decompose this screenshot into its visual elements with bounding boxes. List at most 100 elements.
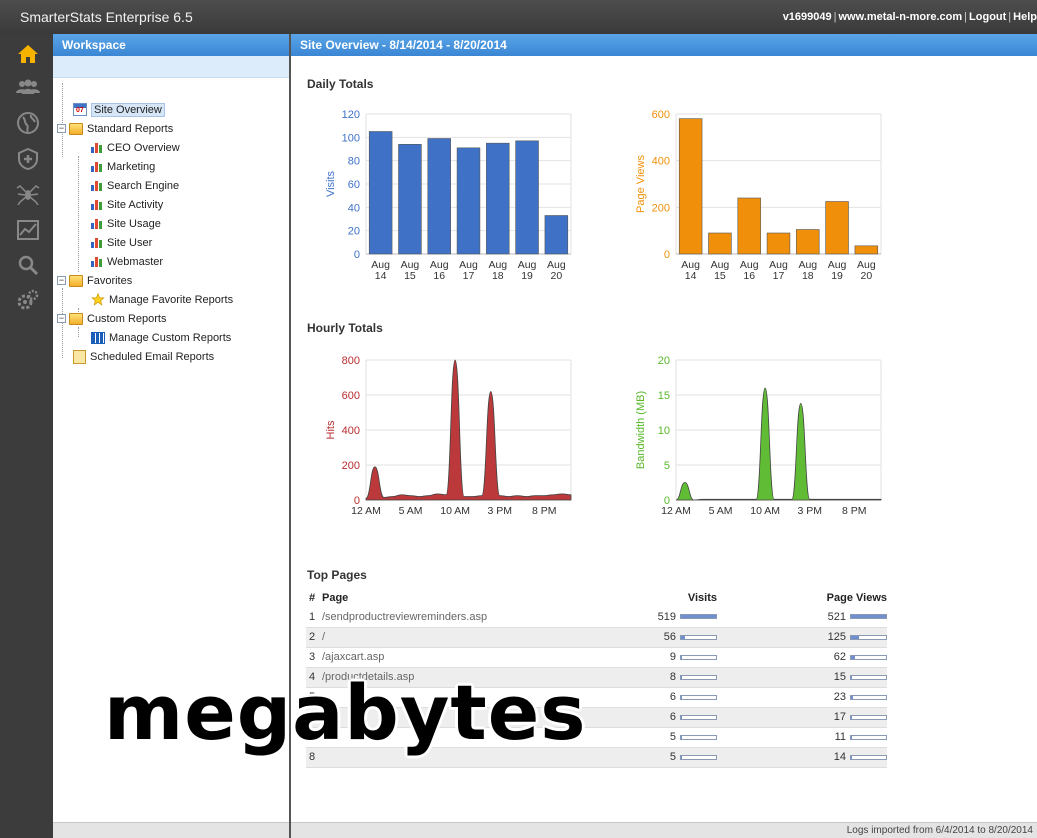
tree-item-label: Site Activity <box>107 198 164 211</box>
tree-item-site-usage[interactable]: Site Usage <box>91 215 161 232</box>
daily-totals-title: Daily Totals <box>307 77 374 91</box>
tree-item-manage-custom-reports[interactable]: Manage Custom Reports <box>91 329 231 346</box>
visits-value: 6 <box>669 711 676 723</box>
app-title: SmarterStats Enterprise 6.5 <box>20 9 193 25</box>
col-page-views[interactable]: Page Views <box>737 589 887 607</box>
x-tick-label: 15 <box>404 270 416 282</box>
report-chart-icon <box>91 237 103 248</box>
page-views-meter <box>850 674 887 680</box>
logout-link[interactable]: Logout <box>969 11 1006 23</box>
tree-item-ceo-overview[interactable]: CEO Overview <box>91 139 180 156</box>
x-tick-label: 8 PM <box>842 505 867 517</box>
bandwidth-chart: 0 5 10 15 20 Bandwidth (MB) 12 AM 5 AM 10 AM 3 PM… <box>621 354 891 529</box>
visits-meter <box>680 614 717 620</box>
page-views-value: 23 <box>833 691 846 703</box>
y-tick-label: 0 <box>354 249 360 261</box>
tree-item-label: Search Engine <box>107 179 180 192</box>
shield-icon[interactable] <box>16 147 40 171</box>
page-views-value: 62 <box>833 651 846 663</box>
tree-item-label: Site Overview <box>91 102 165 117</box>
x-tick-label: 16 <box>743 270 755 282</box>
x-tick-label: 14 <box>685 270 697 282</box>
chart-icon[interactable] <box>16 218 40 242</box>
page-views-value: 15 <box>833 671 846 683</box>
y-tick-label: 40 <box>348 202 360 214</box>
cell-page-views: 125 <box>737 626 887 648</box>
x-tick-label: 12 AM <box>351 505 381 517</box>
col-num: # <box>309 592 316 604</box>
x-tick-label: 17 <box>463 270 475 282</box>
page-path[interactable]: / <box>322 626 617 648</box>
visits-value: 6 <box>669 691 676 703</box>
visits-chart: 0 20 40 60 80 100 120 Visits Aug 14 Aug 15 Aug 16 Aug 1… <box>311 108 581 283</box>
x-tick-label: 5 AM <box>709 505 733 517</box>
y-axis-label: Page Views <box>635 155 647 213</box>
tree-folder-favorites[interactable]: − Favorites <box>57 272 132 289</box>
col-visits[interactable]: Visits <box>617 589 737 607</box>
bar-aug-17 <box>766 232 791 255</box>
tree-item-site-overview[interactable]: 07 Site Overview <box>73 101 165 118</box>
home-icon[interactable] <box>16 42 40 66</box>
search-icon[interactable] <box>16 253 40 277</box>
y-axis-label: Bandwidth (MB) <box>635 391 647 469</box>
x-tick-label: 20 <box>551 270 563 282</box>
status-footer: Logs imported from 6/4/2014 to 8/20/2014 <box>291 822 1037 838</box>
tree-folder-label: Custom Reports <box>87 312 167 325</box>
cell-visits: 519 <box>617 607 737 627</box>
tree-item-marketing[interactable]: Marketing <box>91 158 155 175</box>
tree-item-scheduled-email-reports[interactable]: Scheduled Email Reports <box>73 348 214 365</box>
page-path[interactable]: /sendproductreviewreminders.asp <box>322 607 617 627</box>
bar-aug-19 <box>515 140 539 255</box>
spider-icon[interactable] <box>16 182 40 206</box>
bar-aug-15 <box>398 144 422 255</box>
y-tick-label: 100 <box>342 132 360 144</box>
tree-item-site-user[interactable]: Site User <box>91 234 152 251</box>
tree-folder-label: Standard Reports <box>87 122 174 135</box>
y-tick-label: 400 <box>652 156 670 168</box>
y-tick-label: 200 <box>652 202 670 214</box>
tree-folder-label: Favorites <box>87 274 133 287</box>
collapse-toggle[interactable]: − <box>57 124 66 133</box>
tree-item-label: Site User <box>107 236 153 249</box>
tree-folder-standard-reports[interactable]: − Standard Reports <box>57 120 173 137</box>
x-tick-label: 12 AM <box>661 505 691 517</box>
page-views-value: 125 <box>827 631 846 643</box>
page-views-meter <box>850 694 887 700</box>
hourly-totals-title: Hourly Totals <box>307 321 383 335</box>
page-views-meter <box>850 654 887 660</box>
globe-icon[interactable] <box>16 111 40 135</box>
star-icon <box>91 293 105 306</box>
y-tick-label: 400 <box>342 425 360 437</box>
y-tick-label: 60 <box>348 179 360 191</box>
help-link[interactable]: Help <box>1013 11 1037 23</box>
x-tick-label: 8 PM <box>532 505 557 517</box>
cell-page-views: 11 <box>737 727 887 747</box>
row-number: 3 <box>309 651 316 663</box>
collapse-toggle[interactable]: − <box>57 314 66 323</box>
report-chart-icon <box>91 199 103 210</box>
table-row: 3/ajaxcart.asp 9 62 <box>306 647 887 667</box>
page-path[interactable]: /ajaxcart.asp <box>322 647 617 667</box>
collapse-toggle[interactable]: − <box>57 276 66 285</box>
x-tick-label: 19 <box>521 270 533 282</box>
bar-aug-19 <box>825 201 849 255</box>
tree-item-label: Webmaster <box>107 255 164 268</box>
tree-item-search-engine[interactable]: Search Engine <box>91 177 179 194</box>
cell-page-views: 14 <box>737 746 887 768</box>
tree-folder-custom-reports[interactable]: − Custom Reports <box>57 310 166 327</box>
calendar-icon-day: 07 <box>76 107 84 114</box>
cell-visits: 5 <box>617 727 737 747</box>
y-tick-label: 5 <box>664 460 670 472</box>
cell-page-views: 521 <box>737 607 887 627</box>
row-number: 1 <box>309 610 316 623</box>
grid-icon <box>91 331 105 344</box>
tree-item-site-activity[interactable]: Site Activity <box>91 196 163 213</box>
users-icon[interactable] <box>16 76 40 100</box>
col-page: Page <box>322 592 349 604</box>
user-id: v1699049 <box>782 11 832 23</box>
gears-icon[interactable] <box>16 288 40 312</box>
report-chart-icon <box>91 142 103 153</box>
tree-item-manage-favorite-reports[interactable]: Manage Favorite Reports <box>91 291 233 308</box>
tree-item-webmaster[interactable]: Webmaster <box>91 253 163 270</box>
visits-meter <box>680 694 717 700</box>
